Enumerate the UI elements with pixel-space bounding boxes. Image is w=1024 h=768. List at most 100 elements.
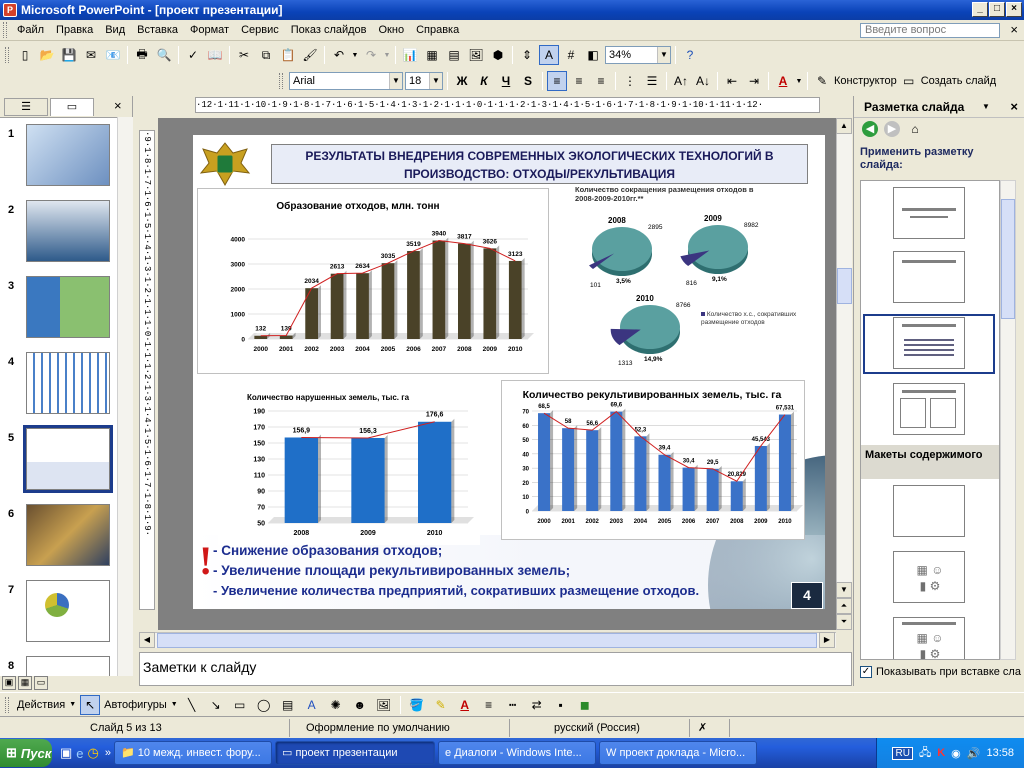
save-icon[interactable]: 💾 (59, 45, 79, 65)
line-style-icon[interactable]: ≡ (479, 695, 499, 715)
autoshapes-menu[interactable]: Автофигуры (104, 699, 167, 711)
underline-button[interactable]: Ч (496, 71, 516, 91)
picture-icon[interactable]: 🖼 (374, 695, 394, 715)
format-painter-icon[interactable]: 🖌 (300, 45, 320, 65)
taskbar-item-word[interactable]: W проект доклада - Micro... (599, 741, 757, 765)
network-icon[interactable]: 🖧 (919, 744, 931, 763)
chevron-down-icon[interactable]: ▼ (795, 71, 803, 91)
slide-thumbnail-1[interactable]: 1 (4, 124, 129, 190)
toolbar-grip[interactable] (5, 696, 9, 713)
clock-app-icon[interactable]: ◷ (88, 745, 99, 761)
slide-thumbnail-3[interactable]: 3 (4, 276, 129, 342)
menu-help[interactable]: Справка (410, 24, 465, 36)
scroll-left-icon[interactable]: ◀ (139, 632, 155, 648)
redo-dropdown-icon[interactable]: ▼ (383, 45, 391, 65)
research-icon[interactable]: 📖 (205, 45, 225, 65)
copy-icon[interactable]: ⧉ (256, 45, 276, 65)
tray-app-icon[interactable]: ◉ (951, 747, 961, 760)
arrow-icon[interactable]: ↘ (206, 695, 226, 715)
menu-file[interactable]: Файл (11, 24, 50, 36)
chevron-down-icon[interactable]: ▼ (982, 96, 990, 118)
chevron-right-icon[interactable]: » (105, 747, 111, 759)
clipart-icon[interactable]: ☻ (350, 695, 370, 715)
tables-borders-icon[interactable]: ▤ (444, 45, 464, 65)
layout-two-columns[interactable] (893, 383, 965, 435)
next-slide-icon[interactable]: ⏷ (836, 614, 852, 630)
rectangle-icon[interactable]: ▭ (230, 695, 250, 715)
scroll-down-icon[interactable]: ▼ (836, 582, 852, 598)
menu-window[interactable]: Окно (373, 24, 411, 36)
chevron-down-icon[interactable]: ▼ (657, 47, 670, 63)
oval-icon[interactable]: ◯ (254, 695, 274, 715)
align-center-icon[interactable]: ≡ (569, 71, 589, 91)
italic-button[interactable]: К (474, 71, 494, 91)
layout-title-slide[interactable] (893, 187, 965, 239)
chart-disturbed-panel[interactable]: Количество нарушенных земель, тыс. га 50… (218, 385, 480, 545)
slide-title[interactable]: РЕЗУЛЬТАТЫ ВНЕДРЕНИЯ СОВРЕМЕННЫХ ЭКОЛОГИ… (271, 144, 808, 184)
align-right-icon[interactable]: ≡ (591, 71, 611, 91)
chevron-down-icon[interactable]: ▼ (171, 701, 178, 708)
shadow-style-icon[interactable]: ▪ (551, 695, 571, 715)
spelling-icon[interactable]: ✓ (183, 45, 203, 65)
menu-format[interactable]: Формат (184, 24, 235, 36)
checkbox-checked-icon[interactable]: ✓ (860, 666, 872, 678)
insert-diagram-icon[interactable]: ⬢ (488, 45, 508, 65)
slide-thumbnail-2[interactable]: 2 (4, 200, 129, 266)
fill-color-icon[interactable]: 🪣 (407, 695, 427, 715)
slide-canvas[interactable]: РЕЗУЛЬТАТЫ ВНЕДРЕНИЯ СОВРЕМЕННЫХ ЭКОЛОГИ… (193, 135, 825, 609)
wordart-icon[interactable]: A (302, 695, 322, 715)
font-size-select[interactable]: 18 ▼ (405, 72, 443, 90)
show-formatting-icon[interactable]: A (539, 45, 559, 65)
slide-thumbnail-5[interactable]: 5 (4, 425, 129, 494)
diagram-icon[interactable]: ✺ (326, 695, 346, 715)
zoom-select[interactable]: 34% ▼ (605, 46, 671, 64)
taskbar-item-folder[interactable]: 📁 10 межд. инвест. фору... (114, 741, 272, 765)
language-indicator[interactable]: RU (892, 746, 913, 760)
scroll-right-icon[interactable]: ▶ (819, 632, 835, 648)
expand-all-icon[interactable]: ⇕ (517, 45, 537, 65)
antivirus-icon[interactable]: K (937, 747, 945, 759)
slide-thumbnail-4[interactable]: 4 (4, 352, 129, 418)
insert-chart-icon[interactable]: 📊 (400, 45, 420, 65)
designer-button[interactable]: Конструктор (834, 75, 897, 87)
line-color-icon[interactable]: ✎ (431, 695, 451, 715)
menu-tools[interactable]: Сервис (235, 24, 285, 36)
toolbar-grip[interactable] (3, 22, 7, 38)
minimize-button[interactable]: _ (972, 2, 988, 17)
print-preview-icon[interactable]: 🔍 (154, 45, 174, 65)
open-folder-icon[interactable]: 📂 (37, 45, 57, 65)
toolbar-grip[interactable] (279, 73, 283, 89)
sorter-view-icon[interactable]: ▦ (18, 676, 32, 690)
permission-icon[interactable]: ✉ (81, 45, 101, 65)
scroll-thumb[interactable] (837, 268, 852, 304)
toolbar-grip[interactable] (5, 47, 9, 63)
decrease-indent-icon[interactable]: ⇤ (722, 71, 742, 91)
menu-slideshow[interactable]: Показ слайдов (285, 24, 373, 36)
font-select[interactable]: Arial ▼ (289, 72, 403, 90)
insert-table-icon[interactable]: ▦ (422, 45, 442, 65)
new-slide-button[interactable]: Создать слайд (921, 75, 996, 87)
undo-dropdown-icon[interactable]: ▼ (351, 45, 359, 65)
chevron-down-icon[interactable]: ▼ (69, 701, 76, 708)
select-pointer-icon[interactable]: ↖ (80, 694, 101, 715)
menu-view[interactable]: Вид (99, 24, 131, 36)
scroll-thumb[interactable] (157, 633, 817, 648)
show-desktop-icon[interactable]: ▣ (60, 745, 72, 761)
menu-edit[interactable]: Правка (50, 24, 99, 36)
slide-thumbnail-6[interactable]: 6 (4, 504, 129, 570)
help-search-input[interactable]: Введите вопрос (860, 23, 1000, 38)
slide-bullets[interactable]: - Снижение образования отходов; - Увелич… (213, 541, 773, 601)
notes-pane[interactable]: Заметки к слайду (139, 652, 852, 686)
line-icon[interactable]: ╲ (182, 695, 202, 715)
scroll-thumb[interactable] (1001, 199, 1015, 319)
close-pane-button[interactable]: × (114, 98, 122, 113)
layout-title-text[interactable] (893, 317, 965, 369)
bullets-icon[interactable]: ☰ (642, 71, 662, 91)
chart-waste-panel[interactable]: Образование отходов, млн. тонн 0 1000 2000… (197, 188, 549, 374)
new-document-icon[interactable]: ▯ (15, 45, 35, 65)
layout-title-content[interactable]: ▦ ☺ ▮ ⚙ (893, 617, 965, 659)
color-grayscale-icon[interactable]: ◧ (583, 45, 603, 65)
maximize-button[interactable]: □ (989, 2, 1005, 17)
vertical-scrollbar[interactable]: ▲ ▼ ⏶ ⏷ (836, 118, 852, 630)
designer-icon[interactable]: ✎ (812, 71, 832, 91)
